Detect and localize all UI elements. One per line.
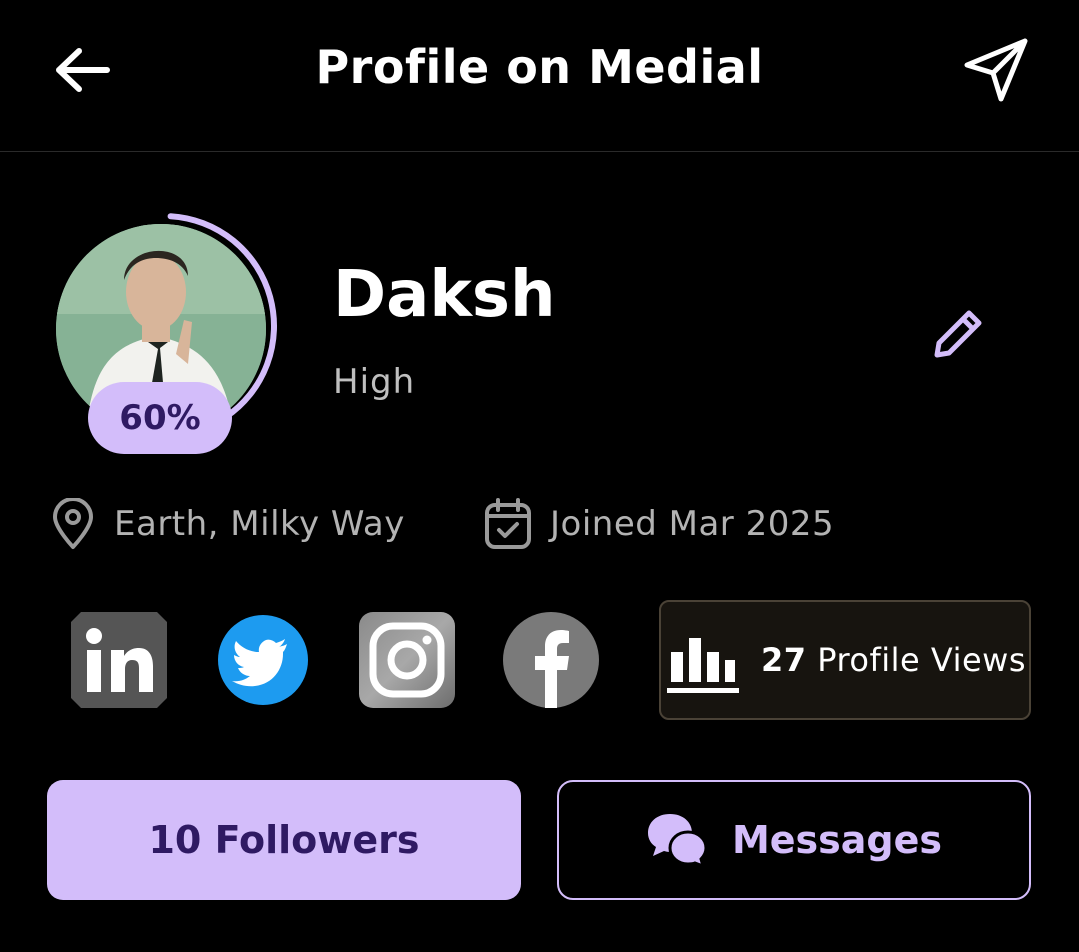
- profile-views-text: 27 Profile Views: [761, 641, 1026, 679]
- profile-avatar-section: 60%: [50, 212, 278, 460]
- profile-level: High: [333, 362, 416, 402]
- followers-button[interactable]: 10 Followers: [47, 780, 521, 900]
- instagram-link[interactable]: [359, 612, 455, 708]
- bar-chart-icon: [667, 638, 739, 693]
- linkedin-icon: [71, 612, 167, 708]
- calendar-check-icon: [485, 498, 531, 549]
- profile-views-count: 27: [761, 641, 807, 679]
- profile-name: Daksh: [333, 258, 556, 332]
- twitter-icon: [218, 615, 308, 705]
- location-text: Earth, Milky Way: [114, 504, 405, 544]
- twitter-link[interactable]: [215, 612, 311, 708]
- top-app-bar: Profile on Medial: [0, 0, 1079, 152]
- profile-views-card[interactable]: 27 Profile Views: [659, 600, 1031, 720]
- instagram-icon: [359, 612, 455, 708]
- facebook-icon: [503, 612, 599, 708]
- location-row: Earth, Milky Way: [50, 496, 405, 552]
- chat-bubbles-icon: [647, 814, 708, 868]
- messages-label: Messages: [731, 818, 943, 862]
- pencil-icon: [934, 310, 982, 358]
- facebook-link[interactable]: [503, 612, 599, 708]
- joined-text: Joined Mar 2025: [550, 504, 835, 544]
- share-button[interactable]: [958, 34, 1034, 106]
- profile-views-label: Profile Views: [817, 641, 1026, 679]
- joined-row: Joined Mar 2025: [484, 496, 834, 552]
- messages-button[interactable]: Messages: [557, 780, 1031, 900]
- page-title: Profile on Medial: [315, 40, 764, 94]
- edit-profile-button[interactable]: [924, 294, 996, 366]
- profile-completion-badge: 60%: [88, 382, 232, 454]
- linkedin-link[interactable]: [71, 612, 167, 708]
- send-icon: [964, 38, 1028, 102]
- map-pin-icon: [53, 498, 93, 549]
